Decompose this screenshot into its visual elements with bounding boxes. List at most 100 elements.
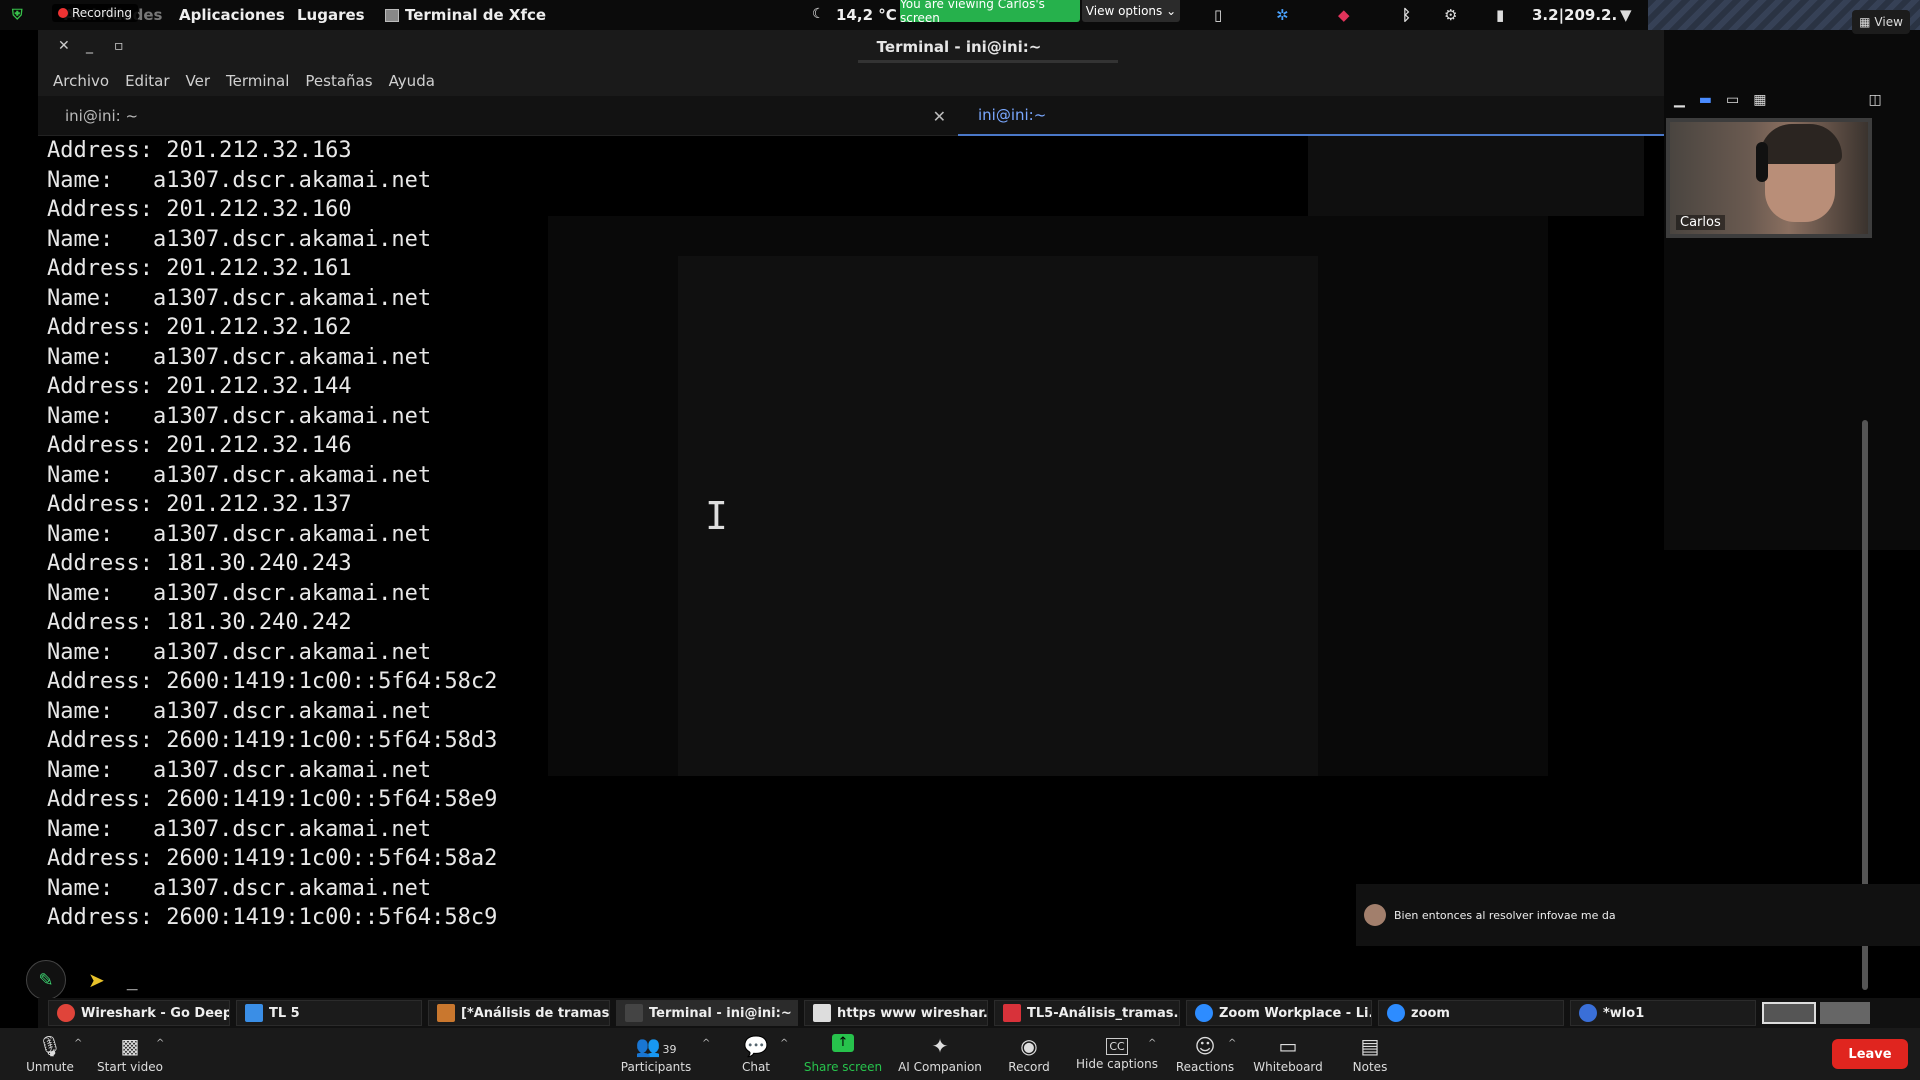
minimize-video-icon[interactable]: ▁ bbox=[1674, 92, 1685, 108]
close-tab-icon[interactable]: ✕ bbox=[933, 107, 946, 126]
terminal-line: Name: a1307.dscr.akamai.net bbox=[47, 344, 432, 370]
participant-hair bbox=[1760, 124, 1842, 164]
chrome-icon bbox=[57, 1004, 75, 1022]
captions-caret-icon[interactable]: ^ bbox=[1148, 1038, 1156, 1049]
muted-mic-icon: 🎙 bbox=[37, 1034, 63, 1058]
cpu-icon[interactable]: ⚙ bbox=[1444, 6, 1457, 24]
workspace-2[interactable] bbox=[1820, 1002, 1870, 1024]
grid-icon: ▦ bbox=[1859, 15, 1871, 29]
terminal-line: Name: a1307.dscr.akamai.net bbox=[47, 167, 432, 193]
expand-icon[interactable]: ◫ bbox=[1868, 92, 1881, 108]
whiteboard-button[interactable]: ▭ Whiteboard bbox=[1252, 1028, 1324, 1080]
view-options-button[interactable]: View options ⌄ bbox=[1082, 0, 1180, 22]
tab-label: ini@ini:~ bbox=[978, 106, 1047, 124]
viewing-screen-banner: You are viewing Carlos's screen bbox=[900, 0, 1080, 25]
terminal-line: Address: 2600:1419:1c00::5f64:58d3 bbox=[47, 728, 498, 753]
menu-ver[interactable]: Ver bbox=[186, 72, 211, 90]
task-tl5-pdf[interactable]: TL5-Análisis_tramas... bbox=[994, 1000, 1180, 1026]
folder-icon bbox=[245, 1004, 263, 1022]
app-tray-icon[interactable]: ◆ bbox=[1338, 6, 1350, 24]
wifi-icon[interactable]: ▼ bbox=[1620, 6, 1632, 24]
tab-ini-1[interactable]: ini@ini: ~ ✕ bbox=[38, 96, 958, 136]
leave-button[interactable]: Leave bbox=[1832, 1039, 1908, 1069]
terminal-output[interactable]: Address: 201.212.32.163 Name: a1307.dscr.… bbox=[38, 136, 1664, 986]
participant-count: 39 bbox=[662, 1043, 677, 1056]
places-menu[interactable]: Lugares bbox=[297, 6, 365, 24]
window-taskbar: Wireshark - Go Deep ... TL 5 [*Análisis … bbox=[38, 998, 1920, 1028]
task-terminal[interactable]: Terminal - ini@ini:~ bbox=[616, 1000, 798, 1026]
task-zoom-workplace[interactable]: Zoom Workplace - Li... bbox=[1186, 1000, 1372, 1026]
window-titlebar[interactable]: ✕ _ ▫ Terminal - ini@ini:~ bbox=[38, 30, 1664, 66]
workspace-1[interactable] bbox=[1762, 1002, 1816, 1024]
start-video-button[interactable]: ▩ Start video bbox=[96, 1028, 164, 1080]
reactions-button[interactable]: ☺ Reactions bbox=[1176, 1028, 1234, 1080]
ai-companion-button[interactable]: ✦ AI Companion bbox=[896, 1028, 984, 1080]
share-screen-button[interactable]: ↑ Share screen bbox=[802, 1028, 884, 1080]
menu-ayuda[interactable]: Ayuda bbox=[389, 72, 435, 90]
terminal-line: Name: a1307.dscr.akamai.net bbox=[47, 462, 432, 488]
record-icon: ◉ bbox=[1020, 1034, 1038, 1058]
task-analisis-tramas[interactable]: [*Análisis de tramas ... bbox=[428, 1000, 610, 1026]
task-wireshark-browser[interactable]: Wireshark - Go Deep ... bbox=[48, 1000, 230, 1026]
share-screen-icon: ↑ bbox=[832, 1034, 854, 1058]
task-label: [*Análisis de tramas ... bbox=[461, 1005, 610, 1021]
gallery-view-icon[interactable]: ▦ bbox=[1753, 92, 1766, 108]
clipboard-icon[interactable]: ▯ bbox=[1214, 6, 1222, 24]
unmute-button[interactable]: 🎙 Unmute bbox=[26, 1028, 74, 1080]
menu-bar: Archivo Editar Ver Terminal Pestañas Ayu… bbox=[38, 66, 1664, 96]
bluetooth-icon[interactable]: ᛒ bbox=[1402, 6, 1411, 24]
task-wireshark-web[interactable]: https www wireshar... bbox=[804, 1000, 988, 1026]
hide-captions-button[interactable]: CC Hide captions bbox=[1076, 1028, 1158, 1080]
reactions-caret-icon[interactable]: ^ bbox=[1228, 1038, 1236, 1049]
active-app-menu[interactable]: Terminal de Xfce bbox=[385, 6, 546, 24]
notes-button[interactable]: ▤ Notes bbox=[1350, 1028, 1390, 1080]
single-view-icon[interactable]: ▭ bbox=[1726, 92, 1739, 108]
task-label: TL5-Análisis_tramas... bbox=[1027, 1005, 1180, 1021]
pencil-icon[interactable]: ✎ bbox=[26, 960, 66, 1000]
audio-options-caret-icon[interactable]: ^ bbox=[74, 1038, 82, 1049]
participants-button[interactable]: 👥 39 Participants bbox=[616, 1028, 696, 1080]
zoom-view-button[interactable]: ▦ View bbox=[1852, 10, 1910, 34]
record-button[interactable]: ◉ Record bbox=[1006, 1028, 1052, 1080]
participant-video[interactable]: Carlos bbox=[1666, 118, 1872, 238]
menu-editar[interactable]: Editar bbox=[125, 72, 169, 90]
terminal-line: Address: 201.212.32.160 bbox=[47, 197, 352, 222]
slack-icon[interactable]: ✲ bbox=[1276, 6, 1289, 24]
participants-caret-icon[interactable]: ^ bbox=[702, 1038, 710, 1049]
sparkle-icon: ✦ bbox=[931, 1034, 949, 1058]
zoom-control-bar: 🎙 Unmute ^ ▩ Start video ^ 👥 39 Participa… bbox=[0, 1028, 1920, 1080]
network-speed: 3.2|209.2. bbox=[1532, 6, 1618, 24]
task-label: *wlo1 bbox=[1603, 1005, 1645, 1021]
tab-bar: ini@ini: ~ ✕ ini@ini:~ bbox=[38, 96, 1664, 136]
video-options-caret-icon[interactable]: ^ bbox=[156, 1038, 164, 1049]
headphone-icon bbox=[1756, 142, 1768, 182]
smiley-icon: ☺ bbox=[1194, 1034, 1216, 1058]
chat-message: Bien entonces al resolver infovae me da bbox=[1394, 908, 1616, 922]
task-tl5-folder[interactable]: TL 5 bbox=[236, 1000, 422, 1026]
chat-notification[interactable]: Bien entonces al resolver infovae me da bbox=[1356, 884, 1920, 946]
captions-icon: CC bbox=[1106, 1037, 1128, 1055]
prompt-row: ✎ ➤ _ bbox=[26, 960, 138, 1000]
tab-ini-2[interactable]: ini@ini:~ bbox=[958, 96, 1664, 136]
screen: ⛨ Actividades Recording Aplicaciones Lug… bbox=[0, 0, 1920, 1080]
menu-terminal[interactable]: Terminal bbox=[226, 72, 289, 90]
terminal-line: Address: 2600:1419:1c00::5f64:58c2 bbox=[47, 669, 498, 694]
battery-icon[interactable]: ▮ bbox=[1496, 6, 1504, 24]
wireshark-fin-icon bbox=[1579, 1004, 1597, 1022]
menu-pestanas[interactable]: Pestañas bbox=[305, 72, 372, 90]
weather-temperature[interactable]: 14,2 °C bbox=[836, 6, 897, 24]
applications-menu[interactable]: Aplicaciones bbox=[179, 6, 285, 24]
menu-archivo[interactable]: Archivo bbox=[53, 72, 109, 90]
terminal-line: Name: a1307.dscr.akamai.net bbox=[47, 226, 432, 252]
terminal-icon bbox=[625, 1004, 643, 1022]
view-button-label: View bbox=[1874, 15, 1903, 29]
recording-label: Recording bbox=[72, 6, 133, 20]
moon-icon: ☾ bbox=[812, 6, 825, 22]
zoom-icon bbox=[1387, 1004, 1405, 1022]
chat-button[interactable]: 💬 Chat bbox=[736, 1028, 776, 1080]
notes-icon: ▤ bbox=[1360, 1034, 1380, 1058]
task-wlo1[interactable]: *wlo1 bbox=[1570, 1000, 1756, 1026]
chat-caret-icon[interactable]: ^ bbox=[780, 1038, 788, 1049]
speaker-view-icon[interactable]: ▬ bbox=[1699, 92, 1712, 108]
task-zoom[interactable]: zoom bbox=[1378, 1000, 1564, 1026]
